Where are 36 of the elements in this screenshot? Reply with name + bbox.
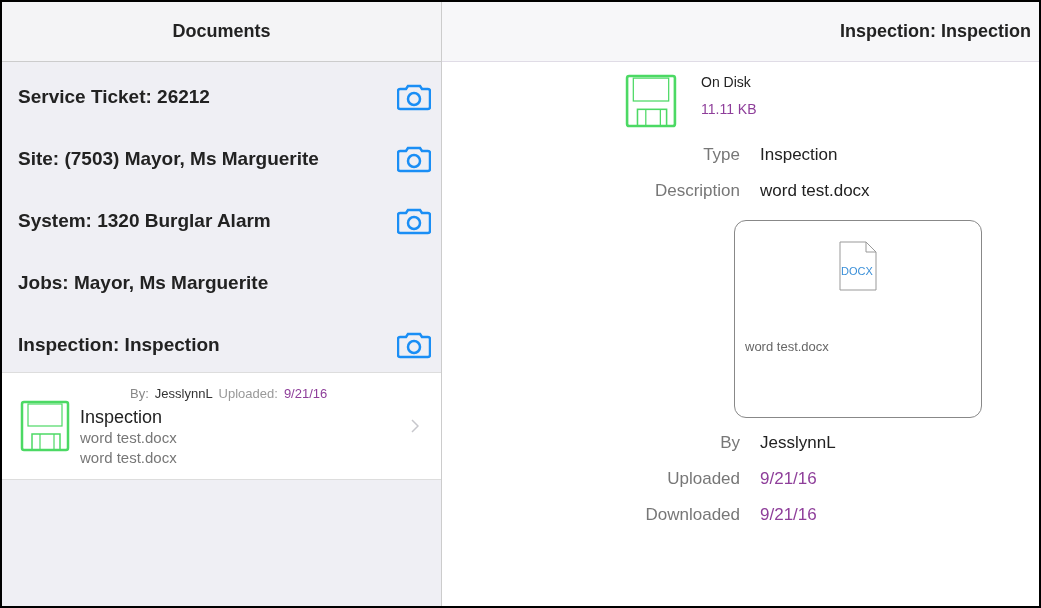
section-title: Jobs: Mayor, Ms Marguerite <box>18 270 269 295</box>
field-value: 9/21/16 <box>760 504 817 526</box>
chevron-right-icon <box>411 419 419 433</box>
storage-status: On Disk <box>701 73 752 92</box>
document-filename: word test.docx <box>80 447 178 468</box>
field-value: 9/21/16 <box>760 468 817 490</box>
preview-file-name: word test.docx <box>745 338 829 356</box>
section-title: System: 1320 Burglar Alarm <box>18 208 271 233</box>
camera-icon[interactable] <box>397 83 431 111</box>
field-value: word test.docx <box>760 180 870 202</box>
by-value: JesslynnL <box>154 385 213 404</box>
panel-title: Documents <box>172 20 271 43</box>
uploaded-value: 9/21/16 <box>283 385 328 404</box>
by-label: By: <box>130 385 149 404</box>
camera-icon[interactable] <box>397 331 431 359</box>
file-size: 11.11 KB <box>701 100 757 119</box>
file-preview-card[interactable]: DOCX word test.docx <box>734 220 982 418</box>
section-title: Site: (7503) Mayor, Ms Marguerite <box>18 146 319 171</box>
file-type-label: DOCX <box>841 264 873 279</box>
document-row[interactable]: By: JesslynnL Uploaded: 9/21/16 Inspection word test.docx word test.docx <box>2 372 441 480</box>
document-title: Inspection <box>80 405 164 428</box>
field-label: By <box>719 432 741 454</box>
camera-icon[interactable] <box>397 145 431 173</box>
detail-title: Inspection: Inspection <box>840 20 1031 43</box>
field-value: Inspection <box>760 144 838 166</box>
uploaded-label: Uploaded: <box>218 385 278 404</box>
field-label: Downloaded <box>644 504 741 526</box>
section-title: Inspection: Inspection <box>18 332 220 357</box>
document-icon <box>838 241 878 291</box>
field-value: JesslynnL <box>760 432 836 454</box>
camera-icon[interactable] <box>397 207 431 235</box>
document-description: word test.docx <box>80 427 178 448</box>
field-label: Description <box>653 180 741 202</box>
field-label: Type <box>702 144 741 166</box>
field-label: Uploaded <box>666 468 741 490</box>
section-title: Service Ticket: 26212 <box>18 84 210 109</box>
